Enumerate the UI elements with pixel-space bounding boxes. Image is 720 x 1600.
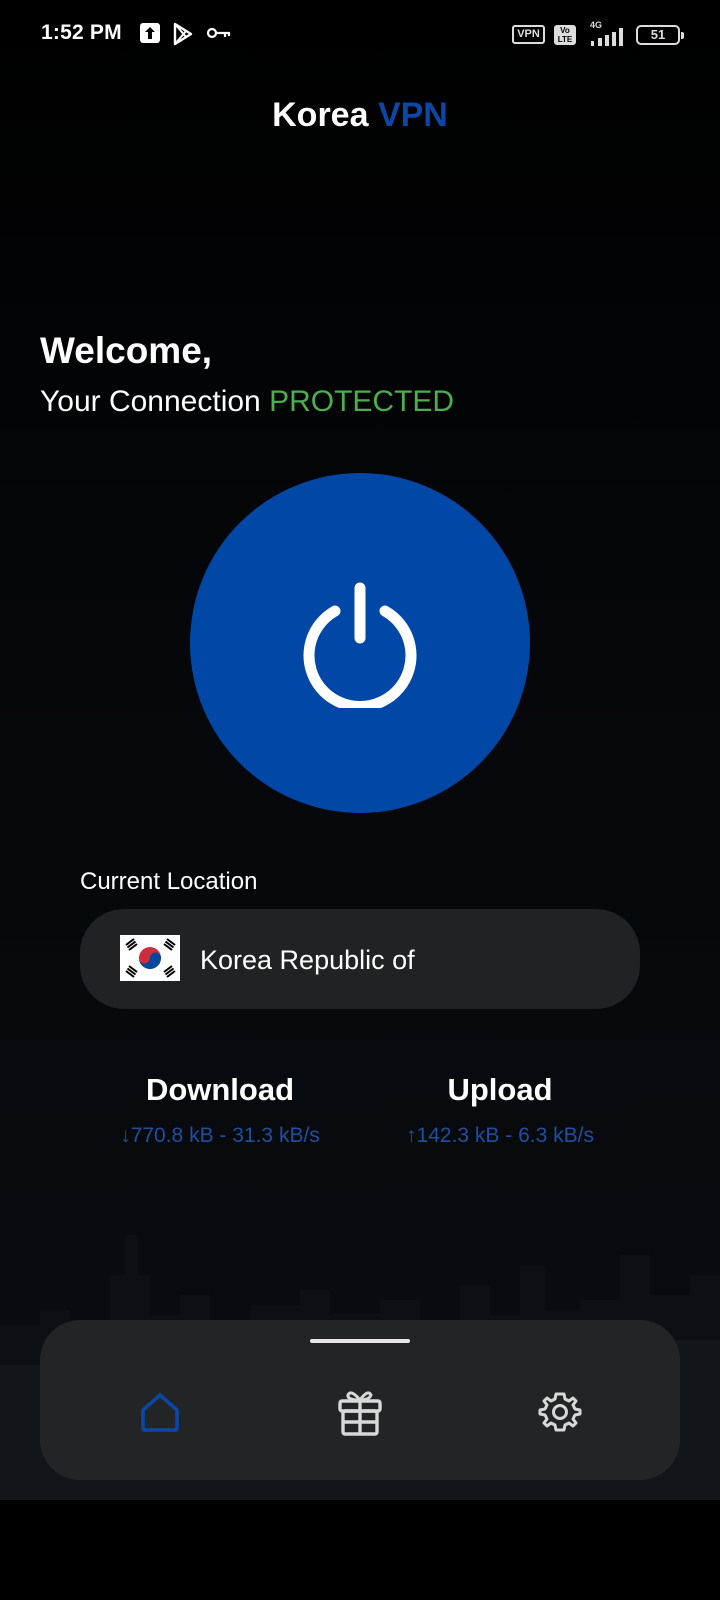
home-icon xyxy=(141,1393,179,1432)
vpn-key-icon xyxy=(206,27,231,39)
upload-stat: Upload ↑142.3 kB - 6.3 kB/s xyxy=(350,1072,650,1148)
power-icon xyxy=(303,582,417,708)
app-title-vpn: VPN xyxy=(377,96,448,134)
nav-drag-handle[interactable] xyxy=(310,1339,410,1343)
volte-badge: Vo LTE xyxy=(554,25,576,45)
location-selector[interactable]: Korea Republic of xyxy=(80,909,640,1009)
location-country-name: Korea Republic of xyxy=(200,945,415,975)
connection-status-line: Your Connection PROTECTED xyxy=(40,385,454,419)
connect-power-button[interactable] xyxy=(190,473,530,813)
upload-title: Upload xyxy=(447,1072,553,1107)
upload-value: ↑142.3 kB - 6.3 kB/s xyxy=(406,1124,594,1147)
welcome-heading: Welcome, xyxy=(40,330,213,371)
nav-settings[interactable] xyxy=(530,1382,590,1442)
signal-strength-icon xyxy=(591,28,623,46)
app-title: Korea VPN xyxy=(0,96,720,135)
status-bar: 1:52 PM VPN Vo LTE 4G 51 xyxy=(0,0,720,70)
status-time: 1:52 PM xyxy=(41,21,122,44)
download-value: ↓770.8 kB - 31.3 kB/s xyxy=(120,1124,320,1147)
download-title: Download xyxy=(145,1072,295,1107)
battery-indicator: 51 xyxy=(636,25,684,45)
app-screen: 1:52 PM VPN Vo LTE 4G 51 Korea VPN Welco… xyxy=(0,0,720,1600)
nav-rewards[interactable] xyxy=(330,1382,390,1442)
vpn-status-badge: VPN xyxy=(512,25,545,44)
settings-gear-icon xyxy=(538,1392,582,1432)
nav-home[interactable] xyxy=(130,1382,190,1442)
play-store-icon xyxy=(173,22,193,46)
download-stat: Download ↓770.8 kB - 31.3 kB/s xyxy=(70,1072,370,1148)
connection-prefix: Your Connection xyxy=(40,385,261,418)
app-title-korea: Korea xyxy=(272,96,369,134)
upload-notification-icon xyxy=(140,23,160,43)
connection-status: PROTECTED xyxy=(269,385,455,418)
current-location-label: Current Location xyxy=(80,868,258,895)
bottom-navigation xyxy=(40,1320,680,1480)
gift-icon xyxy=(338,1391,382,1436)
korea-flag-icon xyxy=(120,935,180,981)
bottom-area xyxy=(0,1500,720,1600)
